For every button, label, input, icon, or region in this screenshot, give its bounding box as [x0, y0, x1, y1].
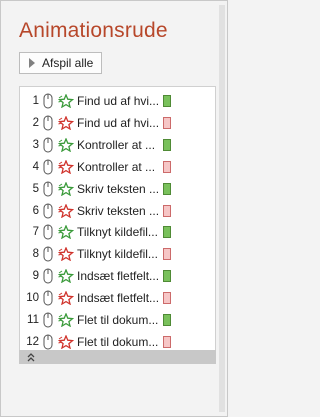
red-star-icon: [58, 247, 74, 262]
animation-pane: Animationsrude Afspil alle 1 Find ud af h…: [0, 0, 228, 417]
green-star-icon: [58, 94, 74, 108]
red-star-icon: [58, 334, 74, 349]
entry-timing-bar[interactable]: [163, 270, 171, 283]
mouse-click-icon: [43, 181, 53, 197]
animation-label: Flet til dokum...: [77, 313, 159, 327]
entry-timing-bar[interactable]: [163, 95, 171, 107]
pane-scrollbar[interactable]: [219, 5, 225, 412]
animation-row[interactable]: 7 Tilknyt kildefil...: [20, 221, 215, 243]
exit-timing-bar[interactable]: [163, 160, 171, 173]
animation-row[interactable]: 5 Skriv teksten ...: [20, 178, 215, 200]
mouse-click-icon: [43, 312, 53, 328]
red-star-icon: [58, 159, 74, 174]
animation-row[interactable]: 1 Find ud af hvi...: [20, 90, 215, 112]
mouse-click-icon: [43, 224, 53, 240]
animation-number: 12: [26, 335, 39, 348]
animation-row[interactable]: 8 Tilknyt kildefil...: [20, 243, 215, 265]
entry-timing-bar[interactable]: [163, 314, 171, 326]
animation-number: 8: [32, 248, 39, 261]
animation-row[interactable]: 11 Flet til dokum...: [20, 309, 215, 331]
animation-row[interactable]: 3 Kontroller at ...: [20, 134, 215, 156]
animation-number: 9: [32, 270, 39, 283]
mouse-click-icon: [43, 93, 53, 109]
exit-timing-bar[interactable]: [163, 335, 171, 348]
animation-number: 4: [32, 160, 39, 173]
animation-row[interactable]: 6 Skriv teksten ...: [20, 200, 215, 222]
entry-timing-bar[interactable]: [163, 182, 171, 195]
mouse-click-icon: [43, 137, 53, 153]
pane-title: Animationsrude: [19, 19, 168, 42]
animation-label: Skriv teksten ...: [77, 203, 160, 218]
animation-number: 2: [32, 116, 39, 129]
animation-number: 3: [32, 138, 39, 151]
animation-number: 5: [32, 182, 39, 195]
animation-number: 6: [32, 204, 39, 217]
animation-number: 1: [32, 95, 39, 107]
double-chevron-up-icon[interactable]: [26, 352, 36, 362]
animation-label: Indsæt fletfelt...: [77, 269, 160, 284]
red-star-icon: [58, 203, 74, 218]
play-all-button[interactable]: Afspil alle: [19, 52, 102, 74]
red-star-icon: [58, 115, 74, 130]
green-star-icon: [58, 137, 74, 152]
green-star-icon: [58, 181, 74, 196]
animation-list[interactable]: 1 Find ud af hvi... 2 Find ud af hvi... 3 Kon…: [19, 86, 216, 364]
mouse-click-icon: [43, 268, 53, 284]
exit-timing-bar[interactable]: [163, 204, 171, 217]
animation-label: Tilknyt kildefil...: [77, 225, 158, 240]
mouse-click-icon: [43, 159, 53, 175]
animation-number: 7: [32, 226, 39, 239]
mouse-click-icon: [43, 246, 53, 262]
animation-label: Find ud af hvi...: [77, 94, 160, 108]
exit-timing-bar[interactable]: [163, 248, 171, 261]
exit-timing-bar[interactable]: [163, 116, 171, 129]
animation-row[interactable]: 2 Find ud af hvi...: [20, 112, 215, 134]
animation-label: Indsæt fletfelt...: [77, 291, 160, 306]
animation-label: Tilknyt kildefil...: [77, 247, 158, 262]
play-triangle-icon: [29, 58, 35, 68]
red-star-icon: [58, 291, 74, 306]
animation-label: Kontroller at ...: [77, 159, 156, 174]
animation-label: Skriv teksten ...: [77, 181, 160, 196]
green-star-icon: [58, 269, 74, 284]
animation-number: 10: [26, 292, 39, 305]
animation-row[interactable]: 10 Indsæt fletfelt...: [20, 287, 215, 309]
animation-number: 11: [27, 314, 39, 326]
green-star-icon: [58, 313, 74, 327]
mouse-click-icon: [43, 203, 53, 218]
green-star-icon: [58, 225, 74, 240]
animation-row[interactable]: 9 Indsæt fletfelt...: [20, 265, 215, 287]
animation-label: Find ud af hvi...: [77, 115, 160, 130]
list-collapse-bar[interactable]: [19, 350, 216, 364]
exit-timing-bar[interactable]: [163, 292, 171, 305]
entry-timing-bar[interactable]: [163, 138, 171, 151]
animation-label: Flet til dokum...: [77, 334, 159, 349]
animation-row[interactable]: 4 Kontroller at ...: [20, 156, 215, 178]
animation-label: Kontroller at ...: [77, 137, 156, 152]
play-all-label: Afspil alle: [42, 56, 94, 70]
mouse-click-icon: [43, 334, 53, 350]
mouse-click-icon: [43, 290, 53, 306]
mouse-click-icon: [43, 115, 53, 131]
entry-timing-bar[interactable]: [163, 226, 171, 239]
